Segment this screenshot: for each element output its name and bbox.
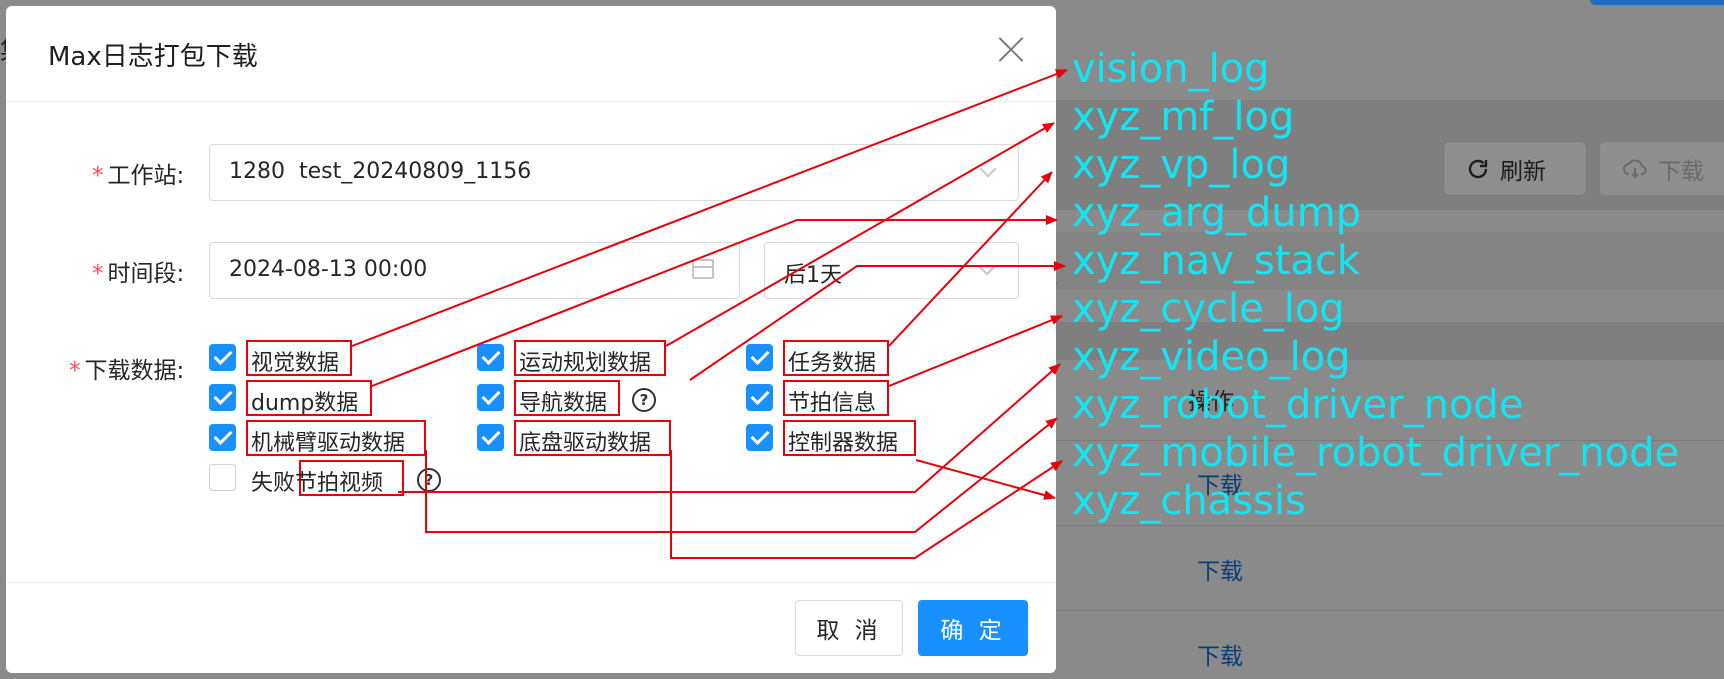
arrow-vision-log: [351, 69, 1068, 347]
annotation-label: xyz_arg_dump: [1072, 190, 1362, 236]
annotation-label: xyz_nav_stack: [1072, 238, 1361, 284]
annotation-label: xyz_cycle_log: [1072, 286, 1345, 332]
arrow-robot-driver-node: [425, 417, 1058, 533]
arrow-mf-log: [665, 122, 1055, 347]
annotation-label: xyz_robot_driver_node: [1072, 382, 1524, 428]
annotation-label: vision_log: [1072, 46, 1270, 92]
annotation-label: xyz_mf_log: [1072, 94, 1295, 140]
annotation-label: xyz_vp_log: [1072, 142, 1291, 188]
arrow-cycle-log: [888, 315, 1063, 387]
annotation-label: xyz_video_log: [1072, 334, 1351, 380]
arrow-vp-log: [888, 171, 1053, 347]
arrow-arg-dump: [371, 215, 1058, 387]
annotation-arrows: [351, 69, 1068, 559]
annotation-label: xyz_chassis: [1072, 478, 1306, 524]
arrow-nav-stack: [689, 261, 1066, 381]
arrow-mobile-robot-driver-node: [670, 450, 1063, 559]
annotation-label: xyz_mobile_robot_driver_node: [1072, 430, 1680, 476]
